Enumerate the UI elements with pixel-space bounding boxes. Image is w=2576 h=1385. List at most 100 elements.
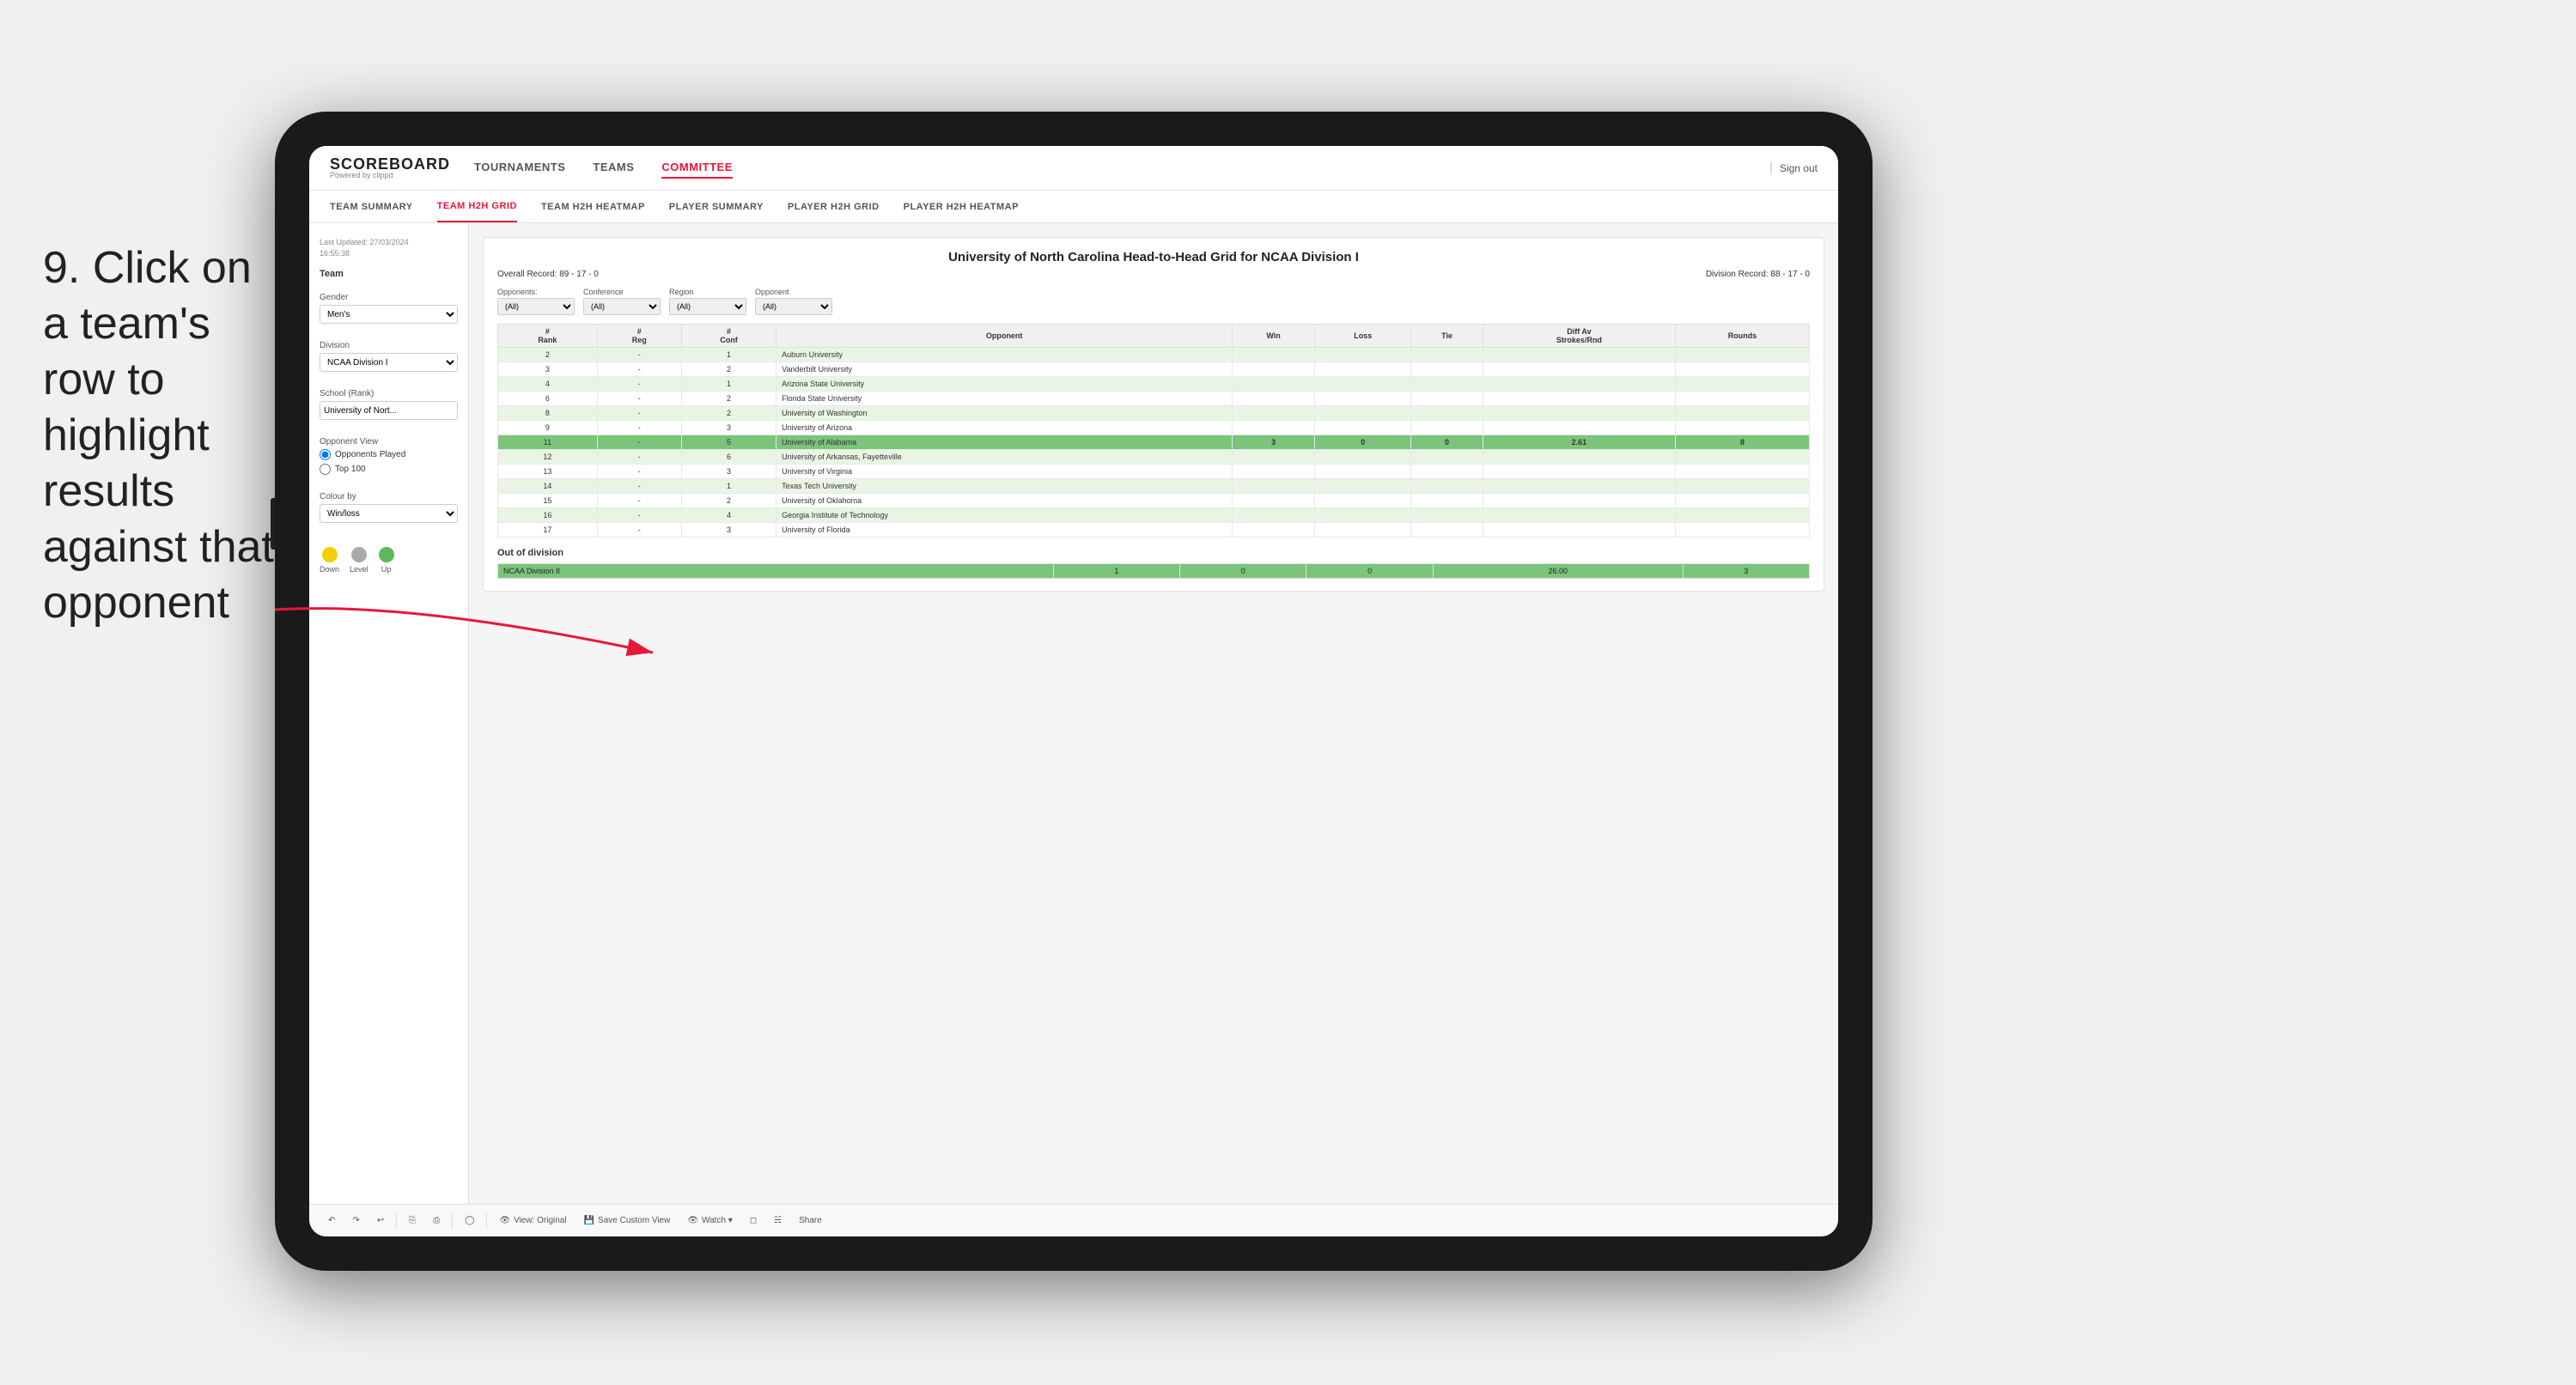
table-row[interactable]: 9-3University of Arizona [498, 421, 1810, 435]
watch-btn[interactable]: 👁 Watch ▾ [682, 1213, 737, 1228]
table-row[interactable]: 4-1Arizona State University [498, 377, 1810, 392]
sub-nav-team-h2h-grid[interactable]: TEAM H2H GRID [437, 191, 517, 222]
sub-nav-player-h2h-heatmap[interactable]: PLAYER H2H HEATMAP [904, 191, 1019, 222]
table-header-row: #Rank #Reg #Conf Opponent Win Loss Tie D… [498, 325, 1810, 348]
sidebar-division-section: Division NCAA Division I [320, 341, 458, 379]
logo-scoreboard: SCOREBOARD [330, 156, 450, 172]
out-of-division-label: Out of division [497, 548, 1810, 558]
legend-up: Up [379, 547, 394, 574]
division-record: Division Record: 88 - 17 - 0 [1706, 270, 1810, 279]
legend-level-dot [351, 547, 367, 562]
sidebar-opponent-view-section: Opponent View Opponents Played Top 100 [320, 437, 458, 482]
gender-select[interactable]: Men's [320, 305, 458, 324]
table-row[interactable]: 8-2University of Washington [498, 406, 1810, 421]
sub-nav: TEAM SUMMARY TEAM H2H GRID TEAM H2H HEAT… [309, 191, 1838, 223]
clock-btn[interactable]: ◯ [460, 1213, 479, 1228]
school-input[interactable] [320, 401, 458, 420]
out-div-table-row[interactable]: NCAA Division II10026.003 [498, 564, 1810, 579]
overall-record: Overall Record: 89 - 17 - 0 [497, 270, 599, 279]
table-row[interactable]: 16-4Georgia Institute of Technology [498, 508, 1810, 523]
tablet-screen: SCOREBOARD Powered by clippd TOURNAMENTS… [309, 146, 1838, 1236]
table-row[interactable]: 2-1Auburn University [498, 348, 1810, 362]
legend-up-dot [379, 547, 394, 562]
toolbar-sep-3 [486, 1213, 487, 1229]
col-loss: Loss [1315, 325, 1411, 348]
undo-btn[interactable]: ↶ [323, 1213, 340, 1228]
sub-nav-team-h2h-heatmap[interactable]: TEAM H2H HEATMAP [541, 191, 645, 222]
toolbar-icon-btn-2[interactable]: ☵ [769, 1213, 787, 1228]
copy-btn[interactable]: ⎘ [404, 1213, 421, 1228]
table-row[interactable]: 13-3University of Virginia [498, 465, 1810, 479]
grid-content: University of North Carolina Head-to-Hea… [469, 223, 1838, 1204]
col-conf: #Conf [681, 325, 776, 348]
school-rank-label: School (Rank) [320, 389, 458, 398]
sub-nav-player-h2h-grid[interactable]: PLAYER H2H GRID [788, 191, 880, 222]
filter-region: Region (All) [669, 288, 746, 315]
toolbar-sep-1 [396, 1213, 397, 1229]
col-rounds: Rounds [1676, 325, 1810, 348]
division-select[interactable]: NCAA Division I [320, 353, 458, 372]
opponents-filter-select[interactable]: (All) [497, 298, 575, 315]
opponent-view-label: Opponent View [320, 437, 458, 446]
sign-out-link[interactable]: Sign out [1780, 162, 1818, 174]
conference-filter-select[interactable]: (All) [583, 298, 661, 315]
filters-row: Opponents: (All) Conference (All) [497, 288, 1810, 315]
filter-conference: Conference (All) [583, 288, 661, 315]
legend-level: Level [350, 547, 368, 574]
team-label: Team [320, 269, 458, 279]
col-rank: #Rank [498, 325, 598, 348]
division-label: Division [320, 341, 458, 350]
nav-tournaments[interactable]: TOURNAMENTS [474, 157, 565, 179]
bottom-toolbar: ↶ ↷ ↩ ⎘ ⎙ ◯ 👁 View: Original 💾 Save Cust… [309, 1204, 1838, 1236]
sidebar-team-section: Team [320, 269, 458, 282]
legend-down-dot [322, 547, 338, 562]
watch-icon: 👁 [687, 1216, 698, 1225]
back-btn[interactable]: ↩ [372, 1213, 389, 1228]
gender-label: Gender [320, 293, 458, 302]
view-icon: 👁 [499, 1216, 510, 1225]
sidebar-gender-section: Gender Men's [320, 293, 458, 331]
region-filter-select[interactable]: (All) [669, 298, 746, 315]
radio-top-100[interactable]: Top 100 [320, 464, 458, 475]
tablet-device: SCOREBOARD Powered by clippd TOURNAMENTS… [275, 112, 1873, 1271]
out-div-table: NCAA Division II10026.003 [497, 563, 1810, 579]
col-win: Win [1233, 325, 1315, 348]
colour-label: Colour by [320, 492, 458, 501]
table-row[interactable]: 14-1Texas Tech University [498, 479, 1810, 494]
save-icon: 💾 [584, 1216, 594, 1225]
table-row[interactable]: 11-5University of Alabama3002.618 [498, 435, 1810, 450]
filter-opponents: Opponents: (All) [497, 288, 575, 315]
radio-opponents-played[interactable]: Opponents Played [320, 449, 458, 460]
table-row[interactable]: 12-6University of Arkansas, Fayetteville [498, 450, 1810, 465]
view-original-btn[interactable]: 👁 View: Original [494, 1213, 571, 1228]
nav-teams[interactable]: TEAMS [593, 157, 634, 179]
sub-nav-player-summary[interactable]: PLAYER SUMMARY [669, 191, 764, 222]
save-custom-btn[interactable]: 💾 Save Custom View [579, 1213, 676, 1228]
colour-select[interactable]: Win/loss [320, 504, 458, 523]
table-row[interactable]: 15-2University of Oklahoma [498, 494, 1810, 508]
col-opponent: Opponent [776, 325, 1233, 348]
col-diff: Diff AvStrokes/Rnd [1483, 325, 1675, 348]
logo-area: SCOREBOARD Powered by clippd [330, 156, 450, 179]
instruction-text: 9. Click on a team's row to highlight re… [43, 240, 283, 631]
step-number: 9. [43, 243, 80, 293]
opponent-filter-select[interactable]: (All) [755, 298, 832, 315]
table-row[interactable]: 6-2Florida State University [498, 392, 1810, 406]
sidebar-colour-section: Colour by Win/loss [320, 492, 458, 530]
table-row[interactable]: 3-2Vanderbilt University [498, 362, 1810, 377]
main-content: Last Updated: 27/03/2024 16:55:38 Team G… [309, 223, 1838, 1204]
redo-btn[interactable]: ↷ [347, 1213, 364, 1228]
top-nav: SCOREBOARD Powered by clippd TOURNAMENTS… [309, 146, 1838, 191]
share-btn[interactable]: Share [794, 1213, 827, 1228]
sub-nav-team-summary[interactable]: TEAM SUMMARY [330, 191, 413, 222]
filter-opponent: Opponent (All) [755, 288, 832, 315]
paste-btn[interactable]: ⎙ [428, 1213, 445, 1228]
logo-powered: Powered by clippd [330, 172, 450, 179]
table-row[interactable]: 17-3University of Florida [498, 523, 1810, 538]
nav-committee[interactable]: COMMITTEE [661, 157, 733, 179]
nav-items: TOURNAMENTS TEAMS COMMITTEE [474, 157, 1769, 179]
grid-records: Overall Record: 89 - 17 - 0 Division Rec… [497, 270, 1810, 279]
col-reg: #Reg [597, 325, 681, 348]
h2h-table: #Rank #Reg #Conf Opponent Win Loss Tie D… [497, 324, 1810, 538]
toolbar-icon-btn-1[interactable]: ◻ [745, 1213, 762, 1228]
